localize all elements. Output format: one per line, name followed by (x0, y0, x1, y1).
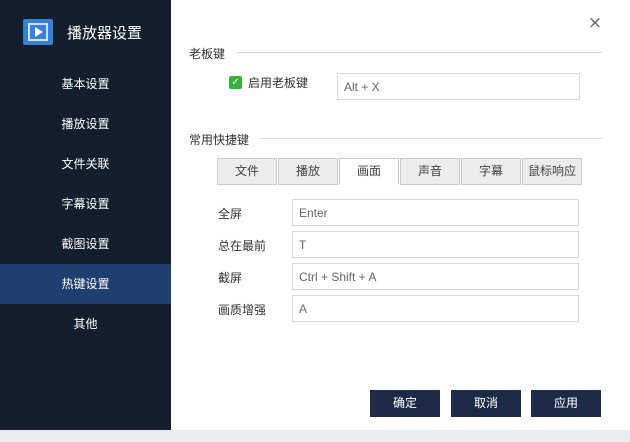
tab-picture[interactable]: 画面 (339, 158, 399, 185)
tab-playback[interactable]: 播放 (278, 158, 338, 185)
sidebar-item-file-association[interactable]: 文件关联 (0, 144, 171, 184)
apply-button[interactable]: 应用 (531, 390, 601, 417)
sidebar-item-playback[interactable]: 播放设置 (0, 104, 171, 144)
boss-key-checkbox-label: 启用老板键 (248, 76, 309, 90)
cancel-button[interactable]: 取消 (451, 390, 521, 417)
quality-enhance-label: 画质增强 (218, 303, 267, 317)
screenshot-input[interactable] (292, 263, 579, 290)
tab-mouse[interactable]: 鼠标响应 (522, 158, 582, 185)
always-on-top-input[interactable] (292, 231, 579, 258)
checkbox-checked-icon[interactable]: ✓ (229, 76, 242, 89)
ok-button[interactable]: 确定 (370, 390, 440, 417)
sidebar-item-hotkeys[interactable]: 热键设置 (0, 264, 171, 304)
sidebar-item-screenshot[interactable]: 截图设置 (0, 224, 171, 264)
boss-key-section-title: 老板键 (189, 47, 226, 61)
close-icon[interactable]: × (584, 12, 606, 34)
boss-key-checkbox-row[interactable]: ✓ 启用老板键 (229, 74, 308, 91)
shortcut-tabs: 文件 播放 画面 声音 字幕 鼠标响应 (217, 158, 583, 185)
fullscreen-input[interactable] (292, 199, 579, 226)
sidebar: 播放器设置 基本设置 播放设置 文件关联 字幕设置 截图设置 热键设置 其他 (0, 0, 171, 430)
boss-key-input[interactable] (337, 73, 580, 100)
bottom-strip (0, 430, 630, 442)
tab-file[interactable]: 文件 (217, 158, 277, 185)
sidebar-item-other[interactable]: 其他 (0, 304, 171, 344)
sidebar-item-basic[interactable]: 基本设置 (0, 64, 171, 104)
divider (236, 52, 602, 53)
tab-sound[interactable]: 声音 (400, 158, 460, 185)
divider (259, 138, 602, 139)
always-on-top-label: 总在最前 (218, 239, 267, 253)
tab-subtitles[interactable]: 字幕 (461, 158, 521, 185)
quality-enhance-input[interactable] (292, 295, 579, 322)
fullscreen-label: 全屏 (218, 207, 243, 221)
shortcuts-section-title: 常用快捷键 (189, 133, 250, 147)
app-title: 播放器设置 (67, 23, 143, 42)
sidebar-header: 播放器设置 (0, 0, 171, 64)
screenshot-label: 截屏 (218, 271, 243, 285)
video-player-icon (23, 19, 53, 45)
sidebar-nav: 基本设置 播放设置 文件关联 字幕设置 截图设置 热键设置 其他 (0, 64, 171, 344)
sidebar-item-subtitles[interactable]: 字幕设置 (0, 184, 171, 224)
